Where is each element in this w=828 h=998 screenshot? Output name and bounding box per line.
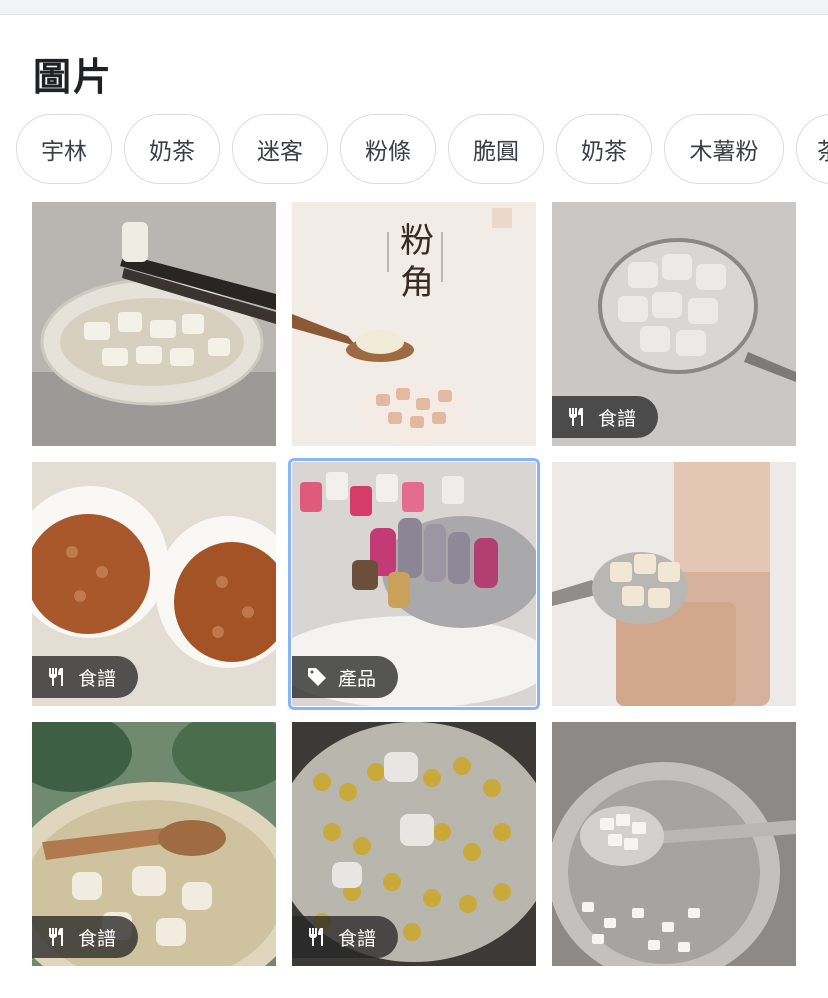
image-result-7[interactable]: 食譜 [32,722,276,966]
image-result-5-selected[interactable]: 產品 [288,458,540,710]
utensils-icon [566,406,588,428]
top-bar [0,0,828,15]
overlay-title-top: 粉 [400,221,434,261]
badge-label: 食譜 [598,407,637,430]
badge-label: 食譜 [338,927,377,950]
image-result-8[interactable]: 食譜 [292,722,536,966]
overlay-title-bottom: 角 [400,263,434,303]
recipe-badge: 食譜 [552,396,659,438]
utensils-icon [306,926,328,948]
tag-icon [306,666,328,688]
image-result-1[interactable] [32,202,276,446]
recipe-badge: 食譜 [32,916,139,958]
image-result-3[interactable]: 食譜 [552,202,796,446]
chip-mike[interactable]: 迷客 [232,114,328,184]
badge-label: 產品 [338,667,377,690]
filter-chip-row: 宇林 奶茶 迷客 粉條 脆圓 奶茶 木薯粉 茶 [16,114,828,186]
badge-label: 食譜 [78,927,117,950]
chip-crispy-balls[interactable]: 脆圓 [448,114,544,184]
image-result-4[interactable]: 食譜 [32,462,276,706]
badge-label: 食譜 [78,667,117,690]
utensils-icon [46,666,68,688]
chip-milk-tea-2[interactable]: 奶茶 [556,114,652,184]
image-result-2[interactable]: 粉 角 [292,202,536,446]
chip-yulin[interactable]: 宇林 [16,114,112,184]
chip-tea[interactable]: 茶 [796,114,828,184]
image-result-6[interactable] [552,462,796,706]
chip-noodles[interactable]: 粉條 [340,114,436,184]
chip-milk-tea[interactable]: 奶茶 [124,114,220,184]
utensils-icon [46,926,68,948]
product-badge: 產品 [292,656,399,698]
image-result-9[interactable] [552,722,796,966]
section-title: 圖片 [33,55,114,99]
recipe-badge: 食譜 [32,656,139,698]
chip-tapioca-flour[interactable]: 木薯粉 [664,114,784,184]
recipe-badge: 食譜 [292,916,399,958]
